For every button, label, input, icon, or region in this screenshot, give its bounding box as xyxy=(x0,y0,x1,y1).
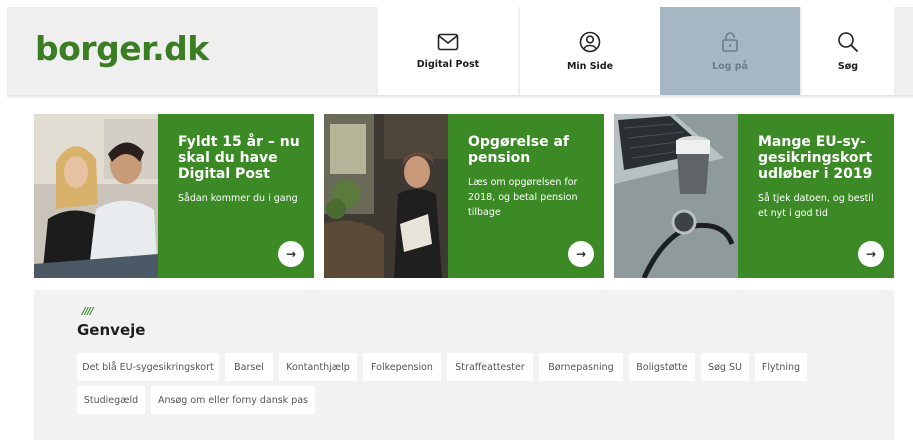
arrow-right-icon[interactable]: → xyxy=(568,241,594,267)
shortcut-link[interactable]: Ansøg om eller forny dansk pas xyxy=(151,386,315,414)
user-icon xyxy=(579,31,601,52)
nav-search[interactable]: Søg xyxy=(802,7,894,95)
nav-min-side-label: Min Side xyxy=(566,60,614,72)
nav-log-in[interactable]: Log på xyxy=(660,7,800,95)
card-title: Mange EU-sy-gesikringskort udløber i 201… xyxy=(758,134,873,182)
card-panel: Opgørelse af pension Læs om opgørelsen f… xyxy=(448,114,604,278)
shortcut-link[interactable]: Folkepension xyxy=(363,353,441,381)
card-text: Så tjek datoen, og bestil et nyt i god t… xyxy=(758,193,874,219)
site-header: borger.dk Digital Post Min Side Log på S… xyxy=(7,7,913,95)
nav-digital-post-label: Digital Post xyxy=(416,58,480,70)
card-title: Fyldt 15 år – nu skal du have Digital Po… xyxy=(178,134,300,182)
shortcut-link[interactable]: Det blå EU-sygesikringskort xyxy=(77,353,219,381)
nav-search-label: Søg xyxy=(837,60,859,72)
news-card-pension[interactable]: Opgørelse af pension Læs om opgørelsen f… xyxy=(324,114,604,278)
card-image-stethoscope xyxy=(614,114,738,278)
shortcut-link[interactable]: Flytning xyxy=(755,353,807,381)
card-panel: Mange EU-sy-gesikringskort udløber i 201… xyxy=(738,114,894,278)
nav-min-side[interactable]: Min Side xyxy=(520,7,660,95)
arrow-right-icon[interactable]: → xyxy=(858,241,884,267)
card-image-elderly-woman xyxy=(324,114,448,278)
decorative-slashes-icon: //// xyxy=(82,306,94,317)
shortcut-link[interactable]: Kontanthjælp xyxy=(279,353,357,381)
lock-icon xyxy=(722,31,738,52)
card-text: Læs om opgørelsen for 2018, og betal pen… xyxy=(468,177,578,218)
news-card-eu-health-card[interactable]: Mange EU-sy-gesikringskort udløber i 201… xyxy=(614,114,894,278)
shortcut-link[interactable]: Søg SU xyxy=(701,353,749,381)
card-title: Opgørelse af pension xyxy=(468,134,570,166)
card-text: Sådan kommer du i gang xyxy=(178,193,298,204)
card-panel: Fyldt 15 år – nu skal du have Digital Po… xyxy=(158,114,314,278)
shortcut-link[interactable]: Boligstøtte xyxy=(629,353,695,381)
card-image-teenagers xyxy=(34,114,158,278)
shortcut-link[interactable]: Barsel xyxy=(225,353,273,381)
arrow-right-icon[interactable]: → xyxy=(278,241,304,267)
news-card-digital-post[interactable]: Fyldt 15 år – nu skal du have Digital Po… xyxy=(34,114,314,278)
site-logo[interactable]: borger.dk xyxy=(35,29,209,68)
shortcuts-section: //// Genveje Det blå EU-sygesikringskort… xyxy=(34,290,894,440)
search-icon xyxy=(838,31,859,52)
nav-digital-post[interactable]: Digital Post xyxy=(378,7,518,95)
nav-log-in-label: Log på xyxy=(712,60,748,72)
shortcut-link[interactable]: Studiegæld xyxy=(77,386,145,414)
shortcuts-heading: Genveje xyxy=(77,321,146,339)
shortcut-link[interactable]: Børnepasning xyxy=(539,353,623,381)
envelope-icon xyxy=(437,33,459,50)
shortcut-link[interactable]: Straffeattester xyxy=(447,353,533,381)
header-divider xyxy=(7,95,913,99)
